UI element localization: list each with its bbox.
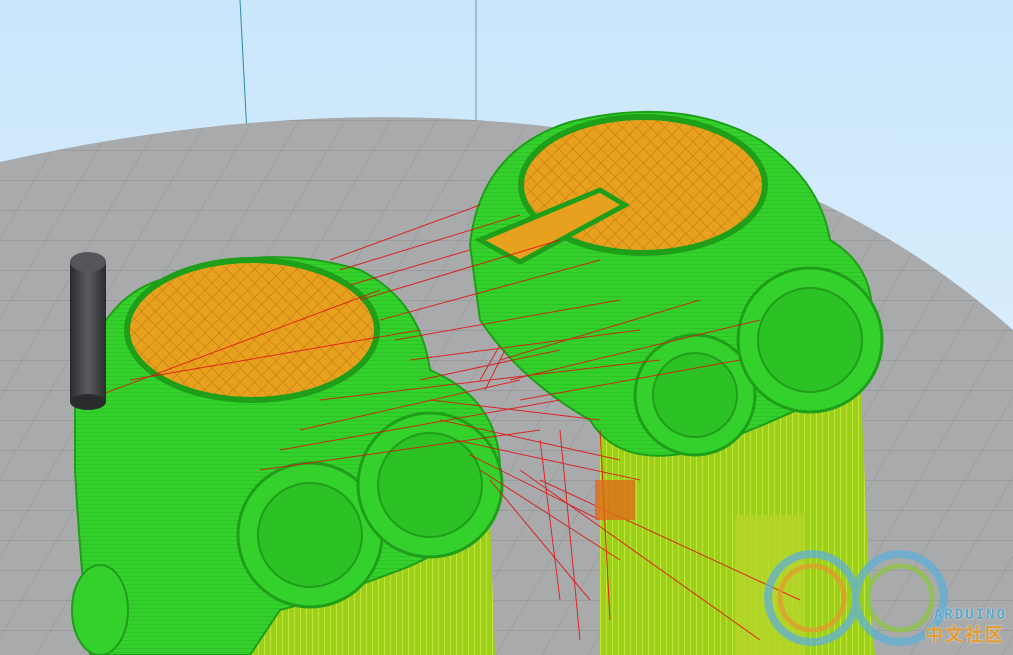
3d-print-preview-viewport[interactable] (0, 0, 1013, 655)
eye-inner-left-b (377, 432, 483, 538)
print-head-rod (70, 252, 106, 410)
eye-inner-left-a (257, 482, 363, 588)
top-infill-left (124, 257, 380, 403)
watermark-subtext: 中文社区 (925, 625, 1005, 646)
travel-region (595, 480, 635, 520)
eye-inner-right-b (757, 287, 863, 393)
side-bump-left (71, 564, 129, 655)
eye-inner-right-a (652, 352, 738, 438)
